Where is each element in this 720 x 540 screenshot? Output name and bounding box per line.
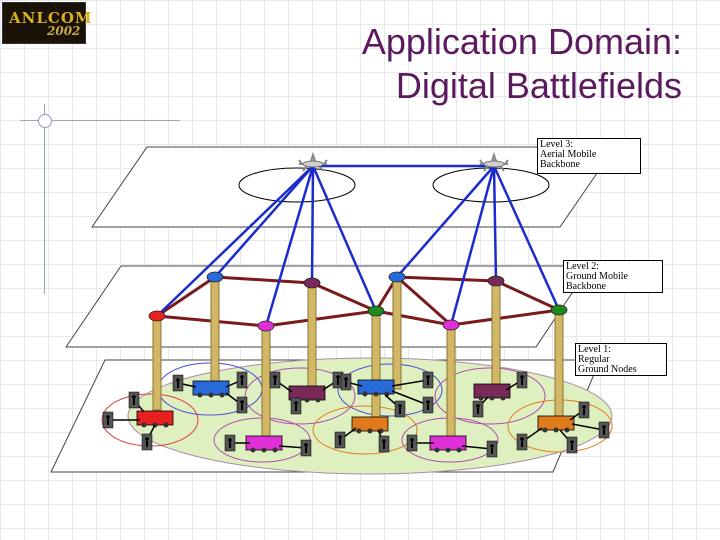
soldier-icon xyxy=(269,371,281,389)
level3-label-line3: Backbone xyxy=(540,159,580,170)
soldier-icon xyxy=(486,440,498,458)
soldier-icon xyxy=(224,434,236,452)
level1-label: Level 1: Regular Ground Nodes xyxy=(575,343,667,376)
soldier-icon xyxy=(236,371,248,389)
soldier-icon xyxy=(472,400,484,418)
soldier-icon xyxy=(102,411,114,429)
soldier-icon xyxy=(422,371,434,389)
soldier-icon xyxy=(290,397,302,415)
soldier-icon xyxy=(598,421,610,439)
level2-label: Level 2: Ground Mobile Backbone xyxy=(563,260,663,293)
soldier-icon xyxy=(516,433,528,451)
soldier-icon xyxy=(141,433,153,451)
soldier-icon xyxy=(378,435,390,453)
level1-label-line3: Ground Nodes xyxy=(578,364,637,375)
soldier-icon xyxy=(172,374,184,392)
level3-label: Level 3: Aerial Mobile Backbone xyxy=(537,138,641,174)
soldier-icon xyxy=(334,431,346,449)
level2-plane xyxy=(65,265,591,348)
soldier-icon xyxy=(422,396,434,414)
soldier-icon xyxy=(236,396,248,414)
soldier-icon xyxy=(394,400,406,418)
soldier-icon xyxy=(340,373,352,391)
level2-label-line3: Backbone xyxy=(566,281,606,292)
soldier-icon xyxy=(516,371,528,389)
soldier-icon xyxy=(566,436,578,454)
soldier-icon xyxy=(578,401,590,419)
soldier-icon xyxy=(128,391,140,409)
soldier-icon xyxy=(300,439,312,457)
soldier-icon xyxy=(406,434,418,452)
